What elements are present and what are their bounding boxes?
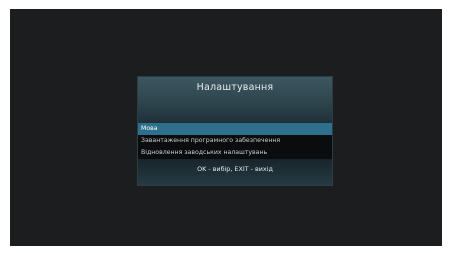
menu-item-software-update[interactable]: Завантаження програмного забезпечення: [138, 135, 332, 147]
footer-key-hint: OK - вибір, EXIT - вихід: [197, 165, 273, 173]
menu-item-language[interactable]: Мова: [138, 123, 332, 135]
menu-item-factory-reset[interactable]: Відновлення заводських налаштувань: [138, 147, 332, 159]
dialog-footer: OK - вибір, EXIT - вихід: [138, 159, 332, 185]
settings-dialog: Налаштування Мова Завантаження програмно…: [137, 76, 333, 186]
dialog-title: Налаштування: [196, 82, 274, 93]
dialog-header: Налаштування: [138, 77, 332, 123]
settings-menu: Мова Завантаження програмного забезпечен…: [138, 123, 332, 159]
tv-screen: Налаштування Мова Завантаження програмно…: [10, 9, 442, 246]
